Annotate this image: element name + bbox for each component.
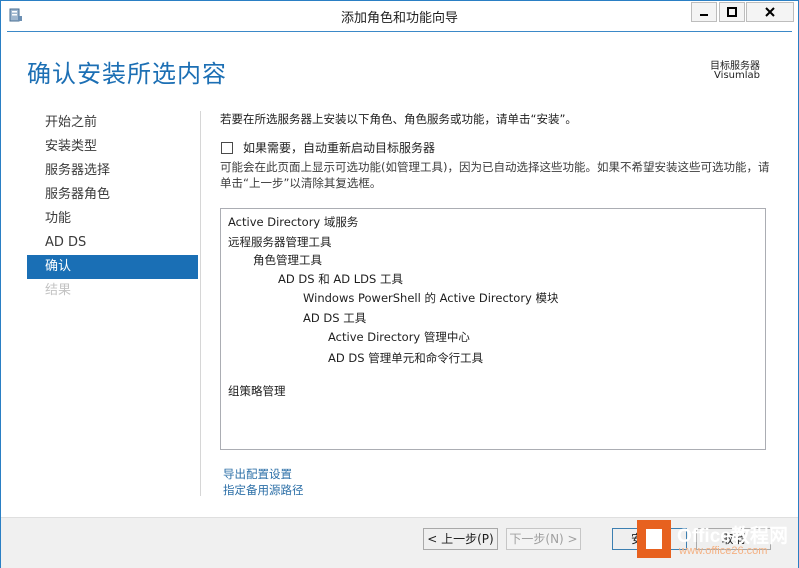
- maximize-button[interactable]: [719, 2, 745, 22]
- nav-item-server-roles[interactable]: 服务器角色: [27, 183, 198, 207]
- list-item: Active Directory 管理中心: [328, 330, 470, 344]
- title-bar: 添加角色和功能向导: [1, 1, 798, 31]
- list-item: AD DS 和 AD LDS 工具: [278, 272, 403, 286]
- optional-features-note: 可能会在此页面上显示可选功能(如管理工具)，因为已自动选择这些功能。如果不希望安…: [220, 160, 770, 190]
- close-icon: [765, 7, 775, 17]
- watermark-site: www.office26.com: [679, 545, 768, 557]
- restart-checkbox[interactable]: [221, 141, 233, 154]
- maximize-icon: [727, 7, 737, 17]
- list-item: Active Directory 域服务: [228, 215, 359, 229]
- nav-item-results: 结果: [45, 283, 72, 298]
- list-item: Windows PowerShell 的 Active Directory 模块: [303, 291, 559, 305]
- page-title: 确认安装所选内容: [27, 60, 227, 88]
- nav-item-before-you-begin[interactable]: 开始之前: [27, 111, 198, 135]
- nav-item-server-selection[interactable]: 服务器选择: [27, 159, 198, 183]
- restart-option[interactable]: 如果需要，自动重新启动目标服务器: [221, 139, 435, 156]
- export-config-link[interactable]: 导出配置设置: [223, 466, 292, 482]
- list-item: AD DS 管理单元和命令行工具: [328, 351, 484, 365]
- list-item: 组策略管理: [228, 384, 286, 398]
- previous-button[interactable]: < 上一步(P): [423, 528, 498, 550]
- alternate-source-link[interactable]: 指定备用源路径: [223, 482, 304, 498]
- next-button: 下一步(N) >: [506, 528, 581, 550]
- wizard-window: 添加角色和功能向导 确认安装所选内容 目标服务器 Visumlab 开始之前 安…: [0, 0, 799, 568]
- selection-list: Active Directory 域服务 远程服务器管理工具 角色管理工具 AD…: [220, 208, 766, 450]
- wizard-nav: 开始之前 安装类型 服务器选择 服务器角色 功能 AD DS 确认 结果: [27, 111, 198, 303]
- watermark-title: Office教程网: [677, 526, 788, 547]
- title-divider: [7, 31, 792, 32]
- nav-item-features[interactable]: 功能: [27, 207, 198, 231]
- nav-divider: [200, 111, 201, 496]
- restart-checkbox-label[interactable]: 如果需要，自动重新启动目标服务器: [243, 139, 435, 156]
- close-button[interactable]: [746, 2, 794, 22]
- list-item: AD DS 工具: [303, 311, 367, 325]
- nav-item-installation-type[interactable]: 安装类型: [27, 135, 198, 159]
- minimize-button[interactable]: [691, 2, 717, 22]
- nav-item-ad-ds[interactable]: AD DS: [27, 231, 198, 255]
- target-server-name: Visumlab: [714, 70, 760, 81]
- minimize-icon: [700, 14, 708, 16]
- watermark-logo: [637, 520, 671, 558]
- list-item: 角色管理工具: [253, 253, 322, 267]
- window-title: 添加角色和功能向导: [340, 11, 458, 26]
- nav-item-confirmation[interactable]: 确认: [27, 255, 198, 279]
- intro-text: 若要在所选服务器上安装以下角色、角色服务或功能，请单击“安装”。: [220, 112, 577, 126]
- list-item: 远程服务器管理工具: [228, 235, 332, 249]
